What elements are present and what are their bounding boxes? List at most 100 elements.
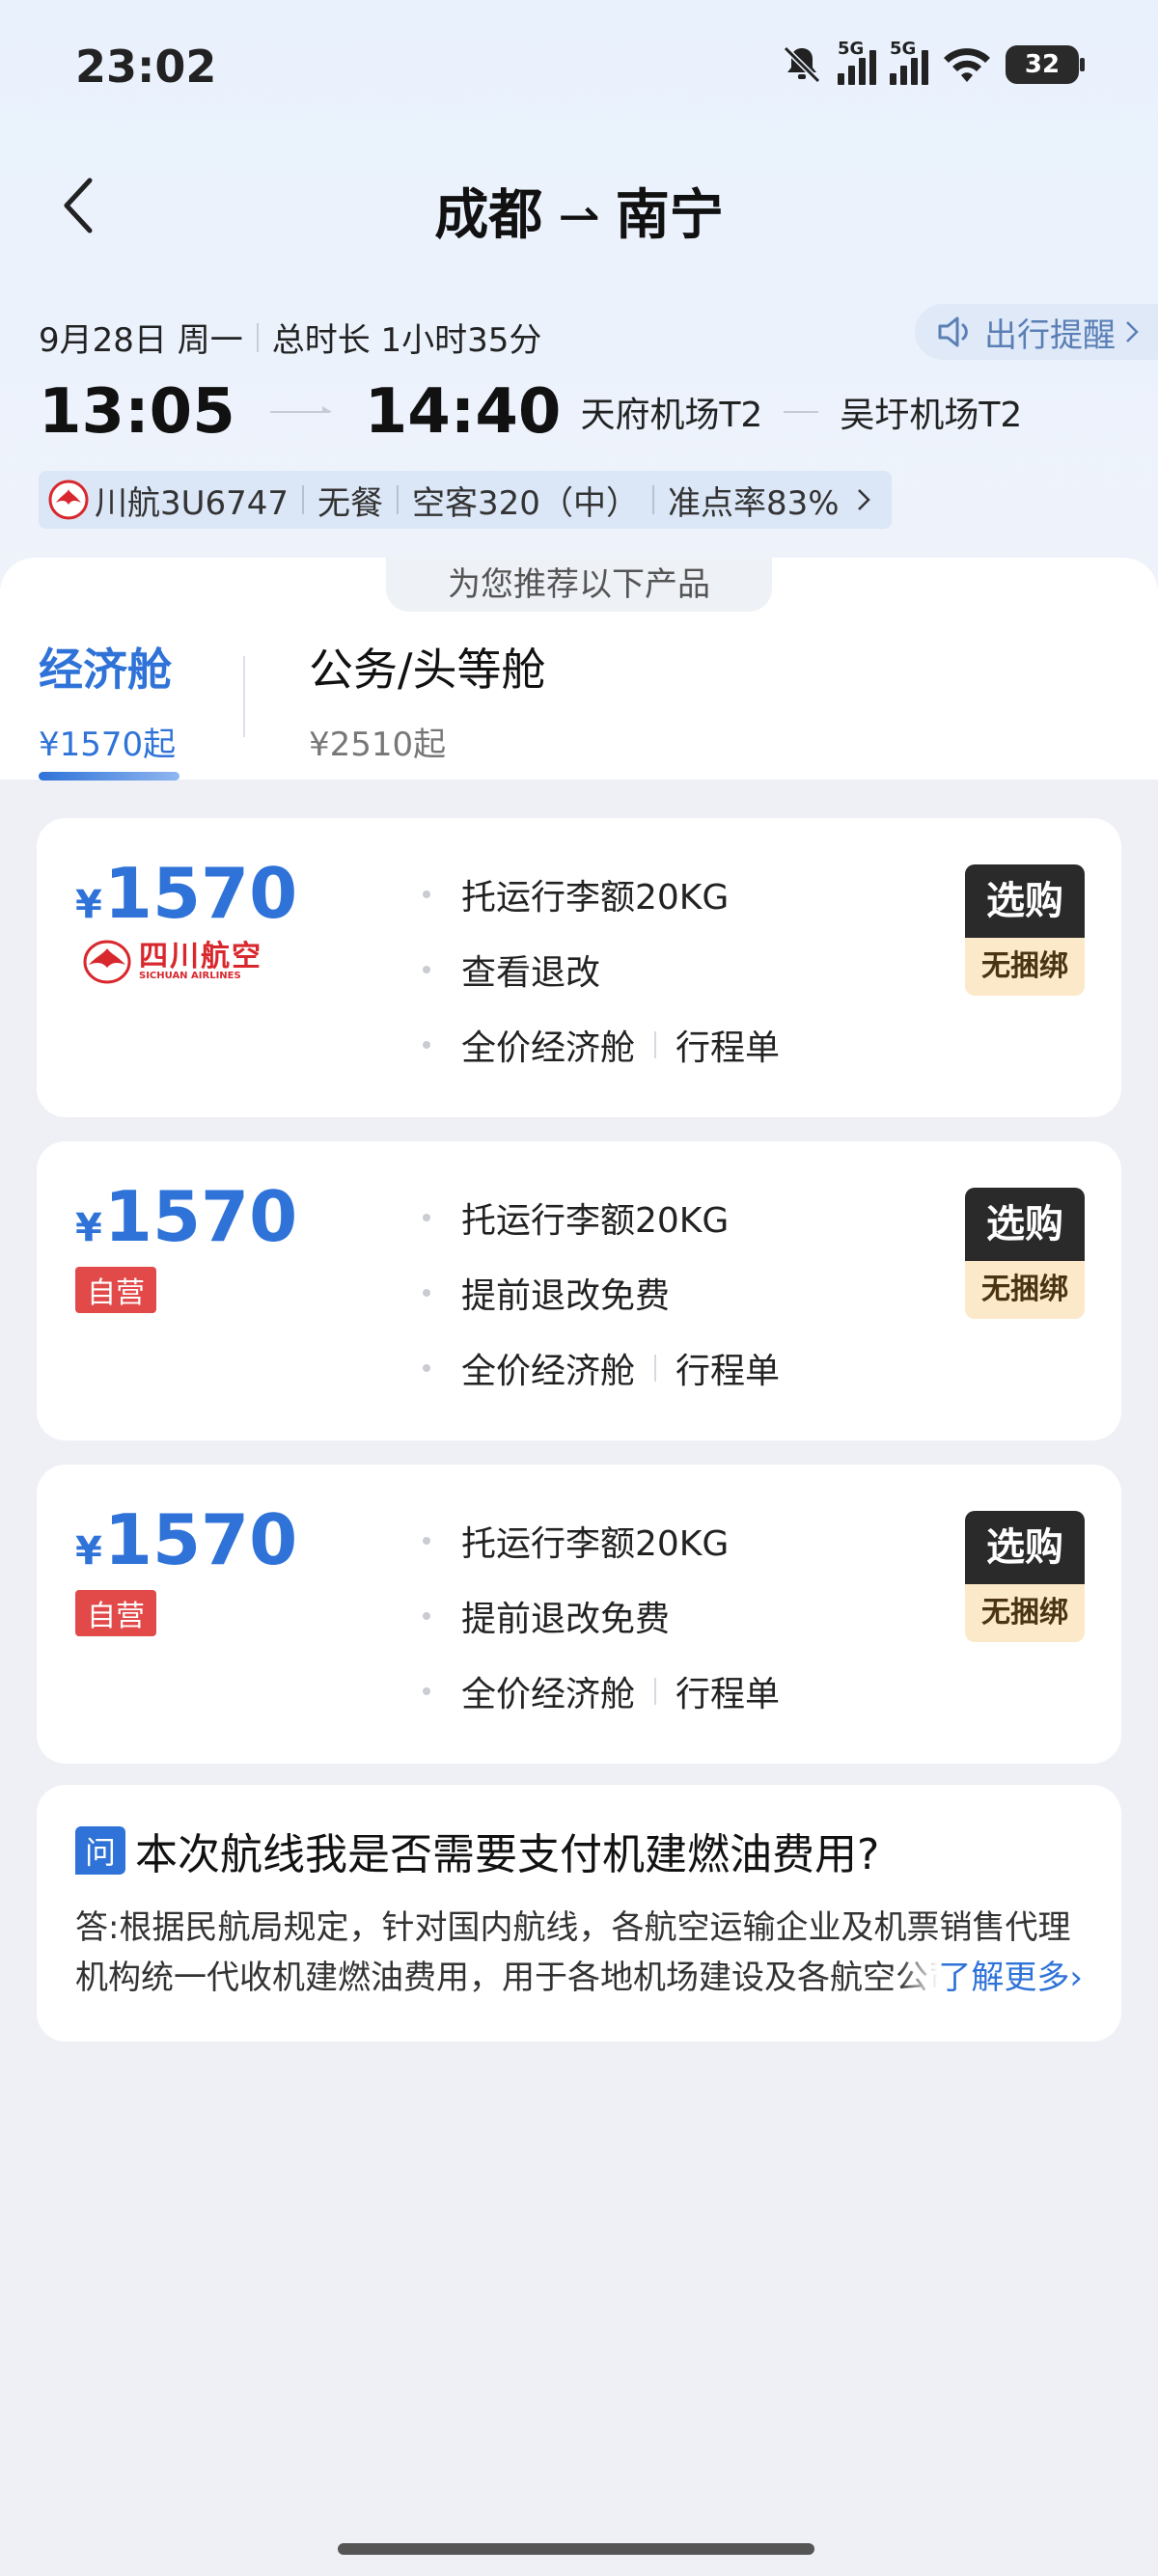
divider (654, 1678, 657, 1705)
feature-text: 托运行李额20KG (461, 1201, 730, 1241)
divider (651, 485, 654, 514)
feature-cabin: 全价经济舱 行程单 (423, 1330, 780, 1406)
feature-text: 行程单 (676, 1675, 781, 1714)
fare-card[interactable]: ¥1570 四川航空 SICHUAN AIRLINES 托运行李额20KG 查看… (37, 818, 1121, 1117)
feature-refund-rules[interactable]: 提前退改免费 (423, 1578, 780, 1654)
select-button-label: 选购 (965, 864, 1085, 938)
bullet (423, 966, 430, 973)
divider (397, 485, 400, 514)
tab-divider (243, 656, 245, 737)
fare-card[interactable]: ¥1570 自营 托运行李额20KG 提前退改免费 全价经济舱 行程单 选购 无捆… (37, 1141, 1121, 1440)
sichuan-airlines-logo-icon (83, 940, 131, 984)
divider (256, 322, 259, 352)
faq-question-text: 本次航线我是否需要支付机建燃油费用? (135, 1830, 880, 1879)
on-time-rate: 准点率83% (667, 483, 840, 523)
time-arrow (269, 406, 332, 413)
divider (654, 1031, 657, 1058)
flight-date: 9月28日 周一 (39, 321, 243, 360)
depart-airport: 天府机场T2 (580, 396, 763, 435)
fare-price-value: 1570 (103, 1499, 298, 1580)
currency-symbol: ¥ (75, 1529, 102, 1574)
speaker-icon (938, 316, 968, 347)
meal-info: 无餐 (317, 483, 384, 523)
feature-text: 行程单 (676, 1352, 781, 1391)
mute-bell-icon (783, 45, 821, 84)
tab-economy[interactable]: 经济舱 ¥1570起 (39, 635, 176, 765)
question-icon: 问 (75, 1826, 125, 1875)
recommend-label: 为您推荐以下产品 (386, 558, 772, 612)
self-operated-badge: 自营 (75, 1590, 156, 1636)
bullet (423, 1687, 430, 1695)
feature-text: 托运行李额20KG (461, 1524, 730, 1564)
flight-detail-link[interactable]: 川航3U6747 无餐 空客320（中） 准点率83% (39, 471, 892, 529)
airline-logo: 四川航空 SICHUAN AIRLINES (83, 940, 262, 984)
fare-price-value: 1570 (103, 853, 298, 934)
currency-symbol: ¥ (75, 883, 102, 927)
travel-reminder-button[interactable]: 出行提醒 (915, 304, 1158, 360)
fare-card[interactable]: ¥1570 自营 托运行李额20KG 提前退改免费 全价经济舱 行程单 选购 无捆… (37, 1465, 1121, 1764)
faq-question: 问 本次航线我是否需要支付机建燃油费用? (75, 1820, 1083, 1881)
feature-refund-rules[interactable]: 提前退改免费 (423, 1255, 780, 1330)
flight-times: 13:05 14:40 天府机场T2 吴圩机场T2 (39, 376, 1022, 448)
currency-symbol: ¥ (75, 1206, 102, 1250)
tab-economy-price: ¥1570起 (39, 726, 177, 764)
travel-reminder-label: 出行提醒 (984, 315, 1116, 355)
home-indicator[interactable] (338, 2543, 814, 2555)
aircraft-info: 空客320（中） (412, 483, 639, 523)
to-city: 南宁 (615, 184, 724, 247)
chevron-right-icon (857, 489, 870, 510)
airline-logo-text: 四川航空 (139, 939, 262, 973)
signal-2-icon: 5G (890, 39, 928, 85)
select-button[interactable]: 选购 无捆绑 (965, 1511, 1085, 1642)
fare-features: 托运行李额20KG 查看退改 全价经济舱 行程单 (423, 857, 780, 1082)
tab-business-first[interactable]: 公务/头等舱 ¥2510起 (309, 635, 546, 765)
faq-card: 问 本次航线我是否需要支付机建燃油费用? 答:根据民航局规定，针对国内航线，各航… (37, 1785, 1121, 2042)
feature-baggage: 托运行李额20KG (423, 1180, 780, 1255)
bullet (423, 1537, 430, 1545)
wifi-icon (944, 48, 990, 82)
bullet (423, 1289, 430, 1297)
feature-text: 提前退改免费 (461, 1276, 671, 1316)
feature-text: 行程单 (676, 1028, 781, 1068)
fare-features: 托运行李额20KG 提前退改免费 全价经济舱 行程单 (423, 1503, 780, 1729)
select-button-label: 选购 (965, 1511, 1085, 1584)
bullet (423, 1214, 430, 1221)
feature-text: 查看退改 (461, 953, 601, 993)
sichuan-airlines-logo-icon (48, 480, 89, 520)
status-icons: 5G 5G 32 (780, 39, 1085, 89)
flight-duration: 总时长 1小时35分 (271, 321, 542, 360)
tab-economy-name: 经济舱 (39, 644, 172, 696)
fare-price: ¥1570 (75, 1499, 297, 1580)
airline-flight-no: 川航3U6747 (95, 483, 290, 523)
feature-text: 托运行李额20KG (461, 878, 730, 918)
feature-text: 提前退改免费 (461, 1600, 671, 1639)
chevron-right-icon (1126, 321, 1139, 343)
route-arrow: ⇀ (558, 188, 600, 246)
bullet (423, 1041, 430, 1049)
no-bundle-tag: 无捆绑 (965, 1261, 1085, 1319)
status-bar: 23:02 5G 5G 32 (0, 0, 1158, 135)
fare-features: 托运行李额20KG 提前退改免费 全价经济舱 行程单 (423, 1180, 780, 1406)
page-title: 成都 ⇀ 南宁 (0, 172, 1158, 250)
faq-answer: 答:根据民航局规定，针对国内航线，各航空运输企业及机票销售代理机构统一代收机建燃… (75, 1903, 1083, 2003)
learn-more-link[interactable]: 了解更多› (899, 1953, 1083, 2003)
from-city: 成都 (434, 184, 543, 247)
feature-text: 全价经济舱 (461, 1675, 636, 1714)
feature-text: 全价经济舱 (461, 1352, 636, 1391)
feature-baggage: 托运行李额20KG (423, 857, 780, 932)
tab-business-price: ¥2510起 (309, 726, 447, 764)
flight-date-row: 9月28日 周一 总时长 1小时35分 (39, 314, 541, 361)
feature-refund-rules[interactable]: 查看退改 (423, 932, 780, 1007)
bullet (423, 1612, 430, 1620)
no-bundle-tag: 无捆绑 (965, 938, 1085, 996)
select-button-label: 选购 (965, 1188, 1085, 1261)
arrive-airport: 吴圩机场T2 (840, 396, 1023, 435)
select-button[interactable]: 选购 无捆绑 (965, 864, 1085, 996)
feature-cabin: 全价经济舱 行程单 (423, 1007, 780, 1082)
airport-arrow (784, 411, 819, 413)
select-button[interactable]: 选购 无捆绑 (965, 1188, 1085, 1319)
feature-cabin: 全价经济舱 行程单 (423, 1654, 780, 1729)
active-tab-indicator (39, 772, 179, 781)
battery-icon: 32 (1006, 45, 1085, 84)
feature-text: 全价经济舱 (461, 1028, 636, 1068)
